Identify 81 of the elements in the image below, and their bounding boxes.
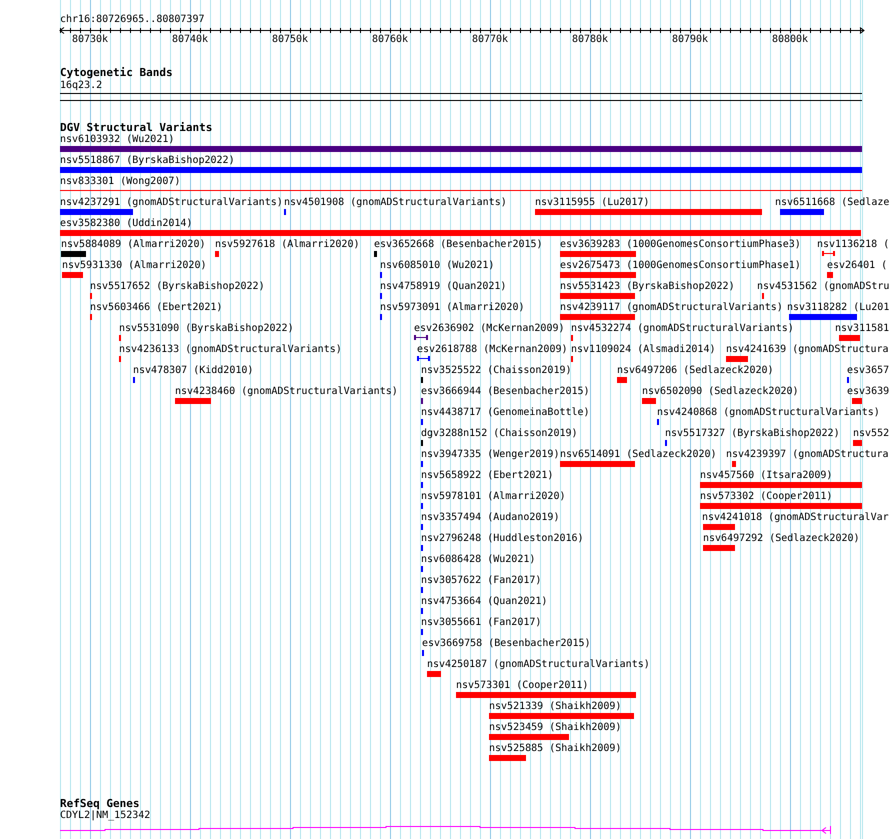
variant-label: nsv5978101 (Almarri2020): [421, 491, 566, 503]
variant-label: nsv5658922 (Ebert2021): [421, 470, 554, 482]
variant-label: nsv2796248 (Huddleston2016): [421, 533, 584, 545]
tick-label: 80800k: [772, 34, 808, 46]
variant-label: nsv4239397 (gnomADStructura: [726, 449, 889, 461]
variant-label: nsv4238460 (gnomADStructuralVariants): [175, 386, 398, 398]
variant-label: nsv6497206 (Sedlazeck2020): [617, 365, 774, 377]
variant-label: esv3669758 (Besenbacher2015): [422, 638, 591, 650]
variant-label: nsv5603466 (Ebert2021): [90, 302, 222, 314]
variant-label: esv3639: [847, 386, 890, 398]
variant-label: nsv1109024 (Alsmadi2014): [571, 344, 716, 356]
variant-label: nsv4237291 (gnomADStructuralVariants): [60, 197, 283, 209]
variant-label: nsv6086428 (Wu2021): [421, 554, 536, 566]
variant-label: esv3657: [847, 365, 890, 377]
variant-label: nsv4241639 (gnomADStructura: [726, 344, 889, 356]
variant-label: esv26401 (: [827, 260, 888, 272]
variant-label: nsv5927618 (Almarri2020): [215, 239, 360, 251]
ruler-label: chr16:80726965..80807397: [60, 14, 204, 26]
variant-label: nsv573301 (Cooper2011): [456, 680, 588, 692]
gene-label: CDYL2|NM_152342: [60, 810, 150, 822]
variant-label: nsv5884089 (Almarri2020): [61, 239, 206, 251]
variant-label: nsv833301 (Wong2007): [60, 176, 180, 188]
variant-label: nsv6103932 (Wu2021): [60, 134, 174, 146]
variant-label: nsv6511668 (Sedlaze: [775, 197, 890, 209]
tick-label: 80790k: [672, 34, 708, 46]
variant-label: nsv4250187 (gnomADStructuralVariants): [427, 659, 650, 671]
variant-label: nsv4501908 (gnomADStructuralVariants): [284, 197, 507, 209]
track-title: DGV Structural Variants: [60, 122, 212, 134]
variant-label: esv2675473 (1000GenomesConsortiumPhase1): [560, 260, 801, 272]
variant-label: nsv4240868 (gnomADStructuralVariants): [657, 407, 880, 419]
variant-label: nsv4532274 (gnomADStructuralVariants): [571, 323, 794, 335]
tick-label: 80770k: [472, 34, 508, 46]
variant-label: esv3666944 (Besenbacher2015): [421, 386, 590, 398]
tick-label: 80750k: [272, 34, 308, 46]
variant-label: nsv3947335 (Wenger2019): [421, 449, 560, 461]
variant-label: nsv573302 (Cooper2011): [700, 491, 832, 503]
variant-label: nsv6085010 (Wu2021): [380, 260, 494, 272]
variant-label: nsv4438717 (GenomeinaBottle): [421, 407, 590, 419]
variant-label: nsv4758919 (Quan2021): [380, 281, 506, 293]
variant-label: nsv5518867 (ByrskaBishop2022): [60, 155, 235, 167]
variant-label: nsv5973091 (Almarri2020): [380, 302, 524, 314]
variant-label: nsv4236133 (gnomADStructuralVariants): [119, 344, 342, 356]
variant-label: nsv5517652 (ByrskaBishop2022): [90, 281, 265, 293]
tick-label: 80780k: [572, 34, 608, 46]
variant-label: nsv478307 (Kidd2010): [133, 365, 254, 377]
band-label: 16q23.2: [60, 80, 102, 92]
variant-label: nsv3118282 (Lu201: [787, 302, 890, 314]
variant-label: nsv4241018 (gnomADStructuralVar: [702, 512, 889, 524]
variant-label: nsv3057622 (Fan2017): [421, 575, 542, 587]
variant-label: nsv525885 (Shaikh2009): [489, 743, 622, 755]
track-title: Cytogenetic Bands: [60, 67, 173, 79]
variant-label: nsv6502090 (Sedlazeck2020): [642, 386, 799, 398]
variant-label: nsv552: [853, 428, 890, 440]
variant-label: esv3639283 (1000GenomesConsortiumPhase3): [560, 239, 801, 251]
variant-label: nsv311581: [835, 323, 890, 335]
variant-label: nsv4753664 (Quan2021): [421, 596, 548, 608]
variant-label: nsv6497292 (Sedlazeck2020): [703, 533, 860, 545]
variant-label: esv3582380 (Uddin2014): [60, 218, 192, 230]
variant-label: nsv457560 (Itsara2009): [700, 470, 832, 482]
variant-label: nsv523459 (Shaikh2009): [489, 722, 622, 734]
variant-label: esv2618788 (McKernan2009): [417, 344, 568, 356]
variant-label: nsv3115955 (Lu2017): [535, 197, 650, 209]
tick-label: 80740k: [172, 34, 208, 46]
variant-label: nsv6514091 (Sedlazeck2020): [560, 449, 717, 461]
variant-label: nsv5517327 (ByrskaBishop2022): [665, 428, 840, 440]
variant-label: nsv4531562 (gnomADStru: [757, 281, 890, 293]
tick-label: 80730k: [72, 34, 108, 46]
variant-label: nsv3357494 (Audano2019): [421, 512, 560, 524]
variant-label: nsv3055661 (Fan2017): [421, 617, 542, 629]
variant-label: nsv1136218 (: [817, 239, 890, 251]
variant-label: nsv5931330 (Almarri2020): [62, 260, 206, 272]
variant-label: esv3652668 (Besenbacher2015): [374, 239, 543, 251]
variant-label: nsv521339 (Shaikh2009): [489, 701, 622, 713]
tick-label: 80760k: [372, 34, 408, 46]
variant-label: nsv4239117 (gnomADStructuralVariants): [560, 302, 783, 314]
variant-label: nsv3525522 (Chaisson2019): [421, 365, 572, 377]
variant-label: nsv5531423 (ByrskaBishop2022): [560, 281, 735, 293]
variant-label: dgv3288n152 (Chaisson2019): [421, 428, 578, 440]
variant-label: nsv5531090 (ByrskaBishop2022): [119, 323, 294, 335]
variant-label: esv2636902 (McKernan2009): [414, 323, 565, 335]
track-title: RefSeq Genes: [60, 798, 140, 810]
